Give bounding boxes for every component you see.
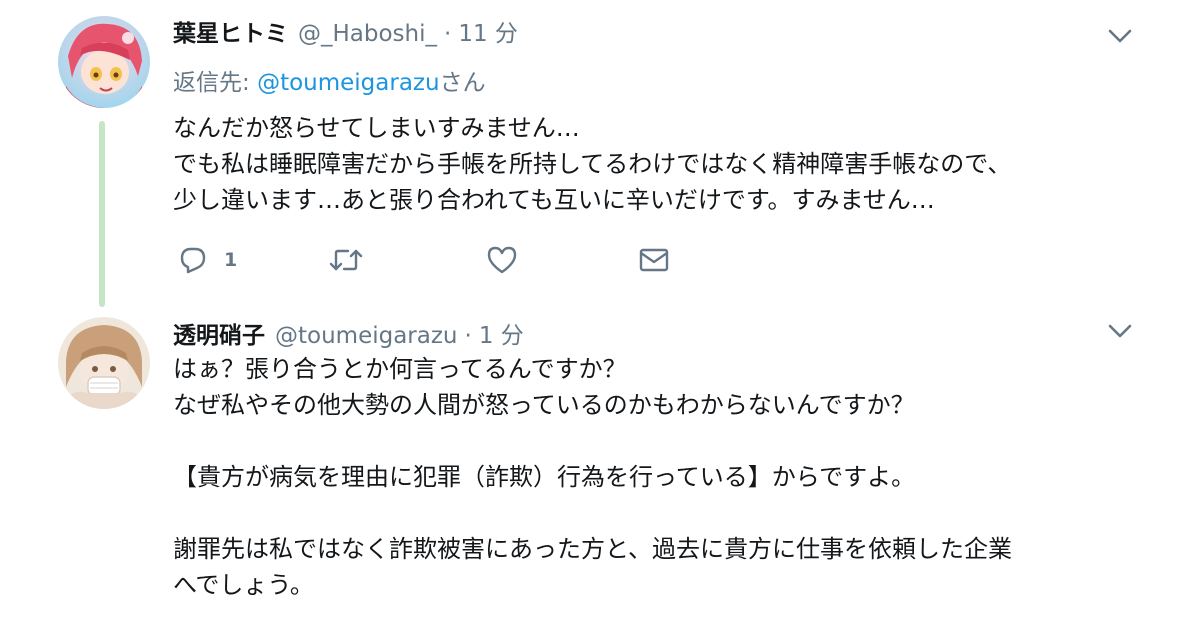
chevron-down-icon[interactable]: [1107, 322, 1133, 340]
envelope-icon: [639, 248, 669, 272]
avatar[interactable]: [58, 16, 150, 108]
display-name[interactable]: 葉星ヒトミ: [173, 14, 288, 48]
separator-dot: ·: [444, 21, 452, 47]
tweet-thread: 葉星ヒトミ @_Haboshi_ · 11 分 返信先: @toumeigara…: [0, 0, 1200, 630]
tweet-text-line: へでしょう。: [173, 571, 314, 599]
reply-icon: [180, 247, 206, 274]
thread-connector-line: [99, 121, 105, 307]
tweet-text-blank-line: [173, 495, 1012, 531]
tweet-text-line: はぁ？張り合うとか何言ってるんですか？: [173, 355, 627, 383]
tweet-text: はぁ？張り合うとか何言ってるんですか？ なぜ私やその他大勢の人間が怒っているのか…: [173, 351, 1012, 603]
timestamp[interactable]: 1 分: [479, 316, 524, 350]
tweet-text-line: 謝罪先は私ではなく詐欺被害にあった方と、過去に貴方に仕事を依頼した企業: [173, 535, 1013, 563]
tweet-text-blank-line: [173, 423, 1012, 459]
reply-to-label: 返信先:: [173, 70, 258, 96]
user-handle[interactable]: @toumeigarazu: [275, 323, 458, 349]
tweet-text-line: 少し違います…あと張り合われても互いに辛いだけです。すみません…: [173, 186, 935, 214]
avatar[interactable]: [58, 317, 150, 409]
user-handle[interactable]: @_Haboshi_: [298, 21, 437, 47]
heart-icon: [487, 246, 517, 274]
reply-to-line: 返信先: @toumeigarazuさん: [173, 63, 486, 97]
timestamp[interactable]: 11 分: [458, 14, 518, 48]
reply-button[interactable]: 1: [178, 242, 237, 278]
tweet-text-line: なんだか怒らせてしまいすみません…: [173, 114, 580, 142]
reply-count: 1: [224, 249, 238, 271]
reply-to-suffix: さん: [439, 70, 486, 96]
chevron-down-icon[interactable]: [1107, 27, 1133, 45]
retweet-icon: [329, 249, 363, 271]
retweet-button[interactable]: [328, 242, 364, 278]
direct-message-button[interactable]: [638, 242, 670, 278]
tweet-text: なんだか怒らせてしまいすみません… でも私は睡眠障害だから手帳を所持してるわけで…: [173, 110, 1011, 218]
tweet-header: 透明硝子 @toumeigarazu · 1 分: [173, 316, 524, 350]
display-name[interactable]: 透明硝子: [173, 316, 265, 350]
like-button[interactable]: [486, 242, 518, 278]
separator-dot: ·: [464, 323, 472, 349]
reply-to-mention[interactable]: @toumeigarazu: [257, 70, 440, 96]
tweet-text-line: 【貴方が病気を理由に犯罪（詐欺）行為を行っている】からですよ。: [173, 463, 916, 491]
tweet-text-line: なぜ私やその他大勢の人間が怒っているのかもわからないんですか？: [173, 391, 915, 419]
tweet-header: 葉星ヒトミ @_Haboshi_ · 11 分: [173, 14, 518, 48]
tweet-text-line: でも私は睡眠障害だから手帳を所持してるわけではなく精神障害手帳なので、: [173, 150, 1012, 178]
